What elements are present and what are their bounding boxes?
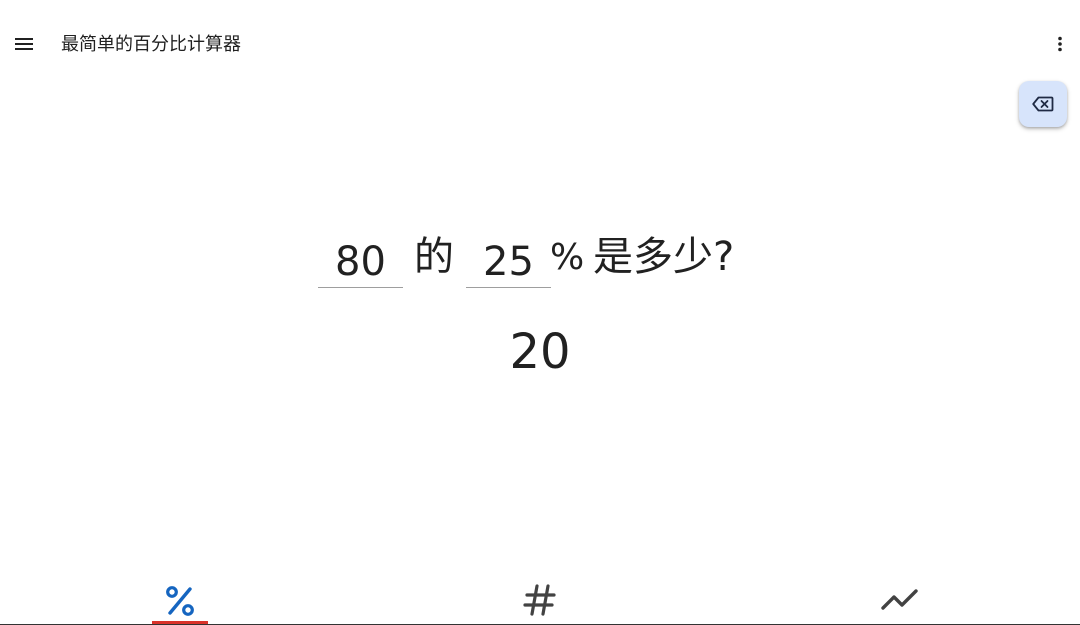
hamburger-menu-icon xyxy=(15,38,33,50)
tab-trend[interactable] xyxy=(720,570,1080,625)
menu-button[interactable] xyxy=(8,28,40,60)
bottom-tab-bar xyxy=(0,570,1080,625)
hash-icon xyxy=(523,584,556,616)
result-value: 20 xyxy=(509,324,571,380)
top-app-bar: 最简单的百分比计算器 xyxy=(0,0,1080,88)
app-root: 最简单的百分比计算器 80 的 25 % 是多少? 20 xyxy=(0,0,1080,625)
tab-number[interactable] xyxy=(360,570,720,625)
question-row: 80 的 25 % 是多少? xyxy=(318,226,778,290)
overflow-menu-button[interactable] xyxy=(1044,28,1076,60)
question-text-label: 是多少? xyxy=(593,234,735,280)
more-vertical-icon xyxy=(1058,36,1062,52)
tab-percent[interactable] xyxy=(0,570,360,625)
base-value-input[interactable]: 80 xyxy=(318,226,403,288)
percent-icon xyxy=(166,586,194,616)
percent-sign-label: % xyxy=(550,237,585,278)
of-label: 的 xyxy=(414,234,454,280)
page-title: 最简单的百分比计算器 xyxy=(61,34,241,55)
percent-value-input[interactable]: 25 xyxy=(466,226,551,288)
trending-icon xyxy=(881,589,918,610)
backspace-button[interactable] xyxy=(1019,81,1067,127)
backspace-icon xyxy=(1032,96,1054,112)
